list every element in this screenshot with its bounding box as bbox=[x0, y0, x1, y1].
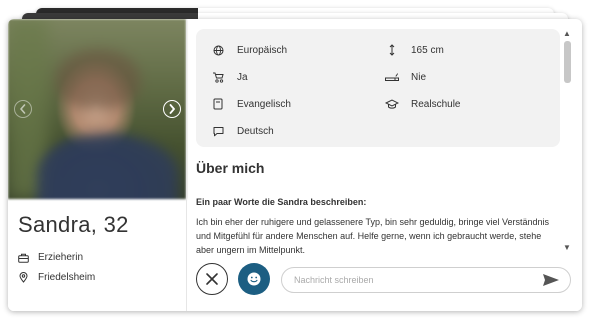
profile-photo[interactable] bbox=[8, 19, 186, 199]
scrollbar-thumb[interactable] bbox=[564, 41, 571, 83]
attribute-ethnicity: Europäisch bbox=[211, 43, 287, 57]
attribute-language: Deutsch bbox=[211, 124, 274, 138]
smile-button[interactable] bbox=[238, 263, 270, 295]
attribute-children: Ja bbox=[211, 70, 248, 84]
location-text: Friedelsheim bbox=[38, 272, 96, 283]
location-row: Friedelsheim bbox=[18, 272, 95, 283]
scrollbar[interactable]: ▲ ▼ bbox=[562, 29, 572, 253]
profile-summary: Sandra, 32 Erzieherin Friedelsheim bbox=[8, 19, 186, 311]
about-subtitle: Ein paar Worte die Sandra beschreiben: bbox=[196, 197, 367, 207]
stroller-icon bbox=[213, 72, 224, 83]
about-text: Ich bin eher der ruhigere und gelassener… bbox=[196, 217, 550, 255]
profile-card: Sandra, 32 Erzieherin Friedelsheim Europ… bbox=[8, 19, 582, 311]
send-button[interactable] bbox=[542, 272, 560, 288]
attribute-height: 165 cm bbox=[385, 43, 444, 57]
profile-name-age: Sandra, 32 bbox=[18, 212, 129, 237]
attribute-religion: Evangelisch bbox=[211, 97, 291, 111]
message-composer bbox=[187, 257, 582, 311]
profile-details: Europäisch 165 cm Ja Nie Evangelisch Rea… bbox=[187, 19, 582, 311]
chevron-left-icon bbox=[20, 104, 26, 114]
height-icon bbox=[389, 44, 395, 56]
scroll-down-arrow-icon[interactable]: ▼ bbox=[563, 243, 571, 252]
attribute-smoking: Nie bbox=[385, 70, 426, 84]
book-icon bbox=[213, 98, 223, 110]
previous-photo-button[interactable] bbox=[14, 100, 32, 118]
graduation-cap-icon bbox=[385, 98, 399, 109]
dismiss-button[interactable] bbox=[196, 263, 228, 295]
location-pin-icon bbox=[19, 272, 28, 283]
globe-icon bbox=[213, 45, 223, 55]
chevron-right-icon bbox=[169, 104, 175, 114]
smiley-icon bbox=[247, 272, 261, 286]
speech-bubble-icon bbox=[213, 126, 223, 136]
occupation-row: Erzieherin bbox=[18, 252, 83, 263]
smoking-icon bbox=[385, 73, 399, 81]
about-title: Über mich bbox=[196, 160, 265, 176]
occupation-text: Erzieherin bbox=[38, 252, 84, 263]
close-icon bbox=[206, 273, 218, 285]
briefcase-icon bbox=[18, 253, 29, 263]
message-input[interactable] bbox=[281, 267, 571, 293]
next-photo-button[interactable] bbox=[163, 100, 181, 118]
send-icon bbox=[543, 274, 559, 286]
attribute-education: Realschule bbox=[385, 97, 460, 111]
attributes-box: Europäisch 165 cm Ja Nie Evangelisch Rea… bbox=[196, 29, 560, 147]
scroll-up-arrow-icon[interactable]: ▲ bbox=[563, 29, 571, 38]
